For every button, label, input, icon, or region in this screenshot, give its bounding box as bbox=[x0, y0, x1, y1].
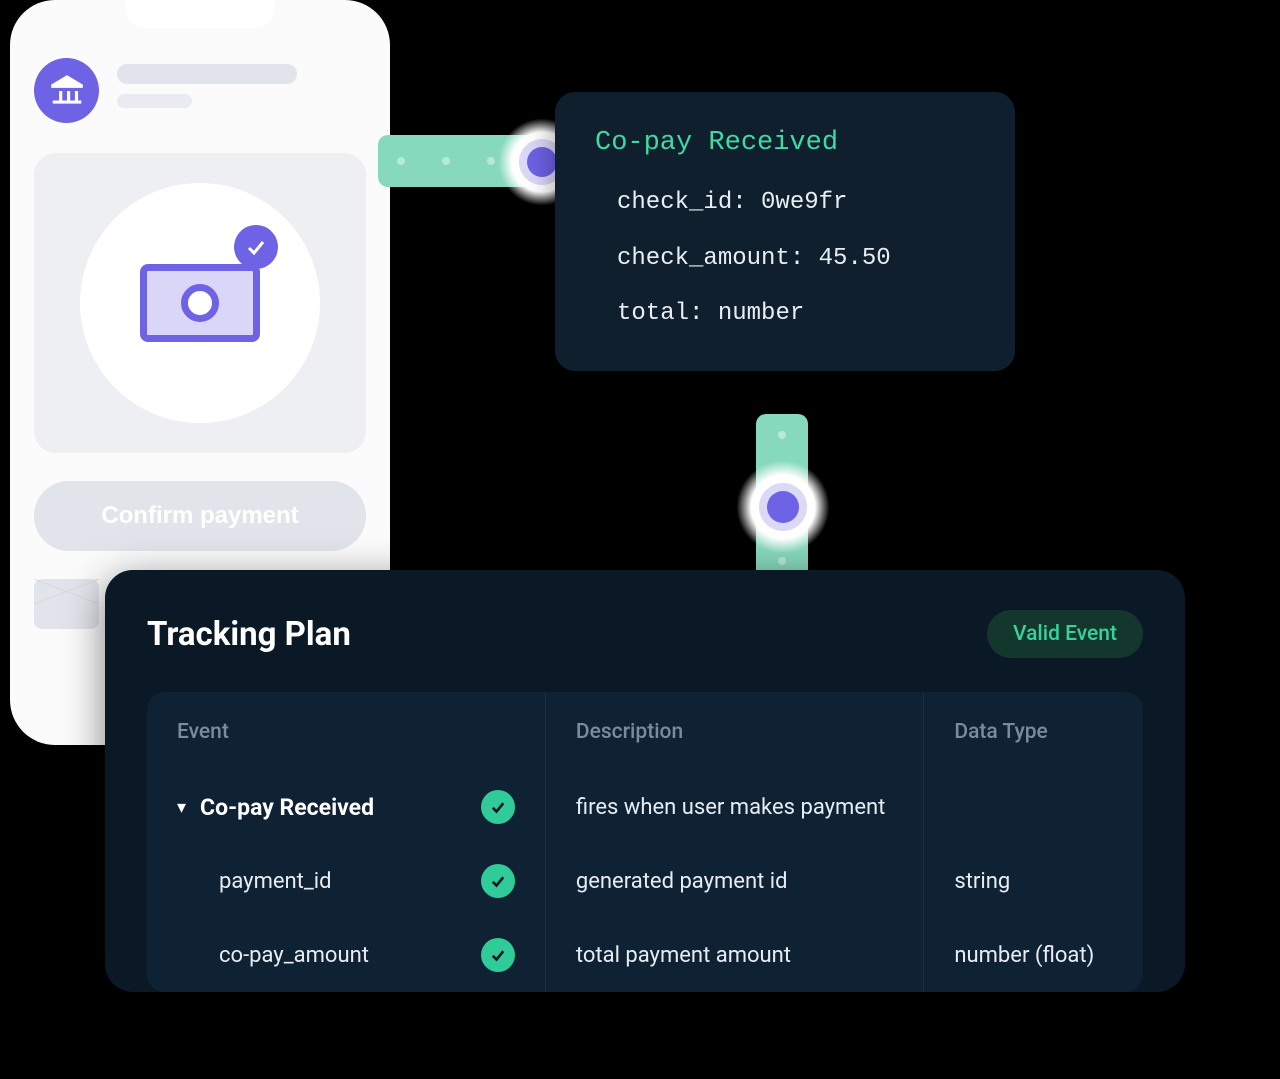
check-icon bbox=[481, 864, 515, 898]
chevron-down-icon[interactable]: ▾ bbox=[177, 797, 186, 818]
property-description: generated payment id bbox=[545, 844, 923, 918]
tracking-plan-title: Tracking Plan bbox=[147, 615, 351, 654]
check-icon bbox=[481, 790, 515, 824]
event-title: Co-pay Received bbox=[595, 128, 975, 158]
check-icon bbox=[481, 938, 515, 972]
phone-header bbox=[34, 58, 366, 123]
event-property: check_id: 0we9fr bbox=[617, 186, 975, 220]
event-property: check_amount: 45.50 bbox=[617, 242, 975, 276]
event-row-description: fires when user makes payment bbox=[545, 770, 923, 844]
confirm-payment-button[interactable]: Confirm payment bbox=[34, 481, 366, 551]
header-skeleton bbox=[117, 58, 366, 108]
phone-notch bbox=[125, 0, 275, 28]
bank-avatar bbox=[34, 58, 99, 123]
payment-card bbox=[34, 153, 366, 453]
table-row[interactable]: co-pay_amount total payment amount numbe… bbox=[147, 918, 1143, 992]
column-header-event: Event bbox=[147, 692, 545, 770]
property-name: co-pay_amount bbox=[177, 943, 369, 968]
bank-icon bbox=[48, 72, 86, 110]
skeleton-line bbox=[117, 64, 297, 84]
event-property: total: number bbox=[617, 297, 975, 331]
table-row[interactable]: payment_id generated payment id string bbox=[147, 844, 1143, 918]
money-icon bbox=[140, 264, 260, 342]
property-type: number (float) bbox=[924, 918, 1143, 992]
check-badge-icon bbox=[234, 225, 278, 269]
column-header-description: Description bbox=[545, 692, 923, 770]
tracking-plan-panel: Tracking Plan Valid Event Event Descript… bbox=[105, 570, 1185, 992]
valid-event-badge: Valid Event bbox=[987, 610, 1143, 658]
skeleton-line bbox=[117, 94, 192, 108]
event-row-type bbox=[924, 770, 1143, 844]
table-row[interactable]: ▾ Co-pay Received fires when user makes … bbox=[147, 770, 1143, 844]
envelope-icon bbox=[34, 579, 99, 629]
payment-illustration bbox=[80, 183, 320, 423]
property-type: string bbox=[924, 844, 1143, 918]
property-description: total payment amount bbox=[545, 918, 923, 992]
property-name: payment_id bbox=[177, 869, 332, 894]
column-header-data-type: Data Type bbox=[924, 692, 1143, 770]
event-card: Co-pay Received check_id: 0we9fr check_a… bbox=[555, 92, 1015, 371]
event-row-name: Co-pay Received bbox=[200, 794, 374, 821]
connector-node bbox=[736, 460, 830, 554]
tracking-table: Event Description Data Type ▾ Co-pay Rec… bbox=[147, 692, 1143, 992]
